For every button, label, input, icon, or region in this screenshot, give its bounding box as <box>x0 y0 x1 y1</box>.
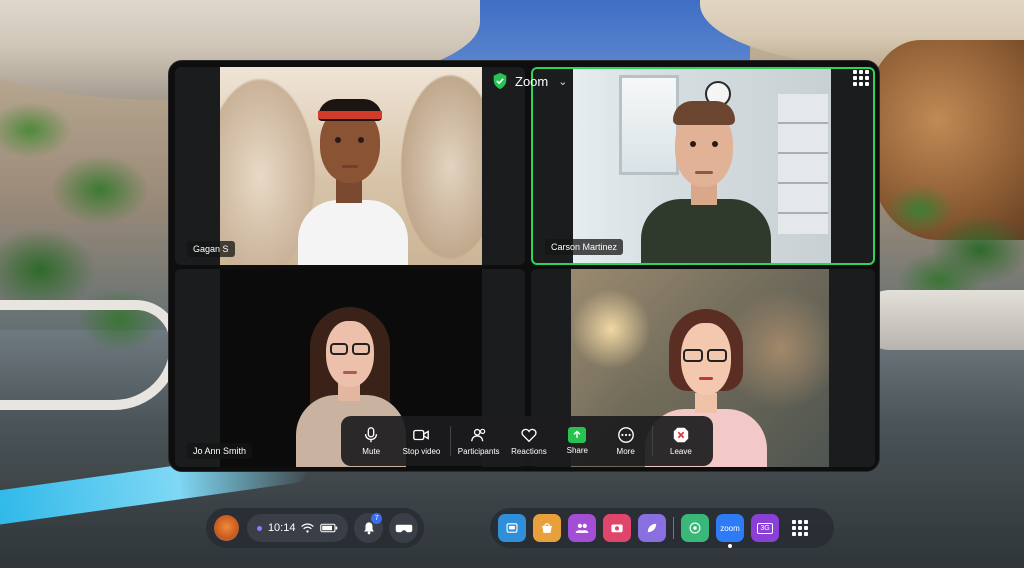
avatar <box>635 91 775 263</box>
plants-right <box>880 160 1024 310</box>
more-button[interactable]: More <box>601 419 649 463</box>
avatar <box>290 85 410 265</box>
participant-name: Gagan S <box>187 241 235 257</box>
video-feed <box>573 69 831 263</box>
status-dot-icon <box>256 525 262 531</box>
launcher-divider <box>673 517 674 539</box>
share-label: Share <box>566 446 588 455</box>
app-library-button[interactable] <box>786 514 814 542</box>
leave-label: Leave <box>670 447 692 456</box>
share-screen-icon <box>568 427 587 443</box>
profile-avatar[interactable] <box>212 513 241 543</box>
reactions-button[interactable]: Reactions <box>505 419 553 463</box>
gallery-view-icon[interactable] <box>853 70 869 86</box>
browser-app-icon[interactable] <box>681 514 709 542</box>
heart-icon <box>521 428 537 443</box>
vr-headset-icon <box>395 524 412 532</box>
video-camera-icon <box>413 429 430 441</box>
leave-icon <box>673 427 689 443</box>
participant-name: Jo Ann Smith <box>187 443 253 459</box>
zoom-app-icon[interactable]: zoom <box>716 514 744 548</box>
bench <box>0 300 180 410</box>
participants-button[interactable]: Participants <box>453 419 505 463</box>
running-indicator <box>728 544 732 548</box>
photos-app-icon[interactable] <box>498 514 526 542</box>
participants-label: Participants <box>457 447 500 456</box>
app-launcher-bar: zoom 3G <box>490 508 834 548</box>
system-status-bar: 10:14 7 <box>206 508 424 548</box>
chevron-down-icon: ⌄ <box>558 75 568 88</box>
toolbar-divider <box>449 426 451 456</box>
zoom-app-label: zoom <box>720 523 740 533</box>
wifi-icon <box>301 523 315 533</box>
microphone-icon <box>365 427 378 443</box>
notification-count-badge: 7 <box>371 513 383 524</box>
mute-label: Mute <box>362 447 381 456</box>
more-icon <box>617 427 634 443</box>
shield-check-icon <box>493 72 507 90</box>
share-button[interactable]: Share <box>553 419 601 463</box>
clock-time: 10:14 <box>267 522 296 534</box>
window-title-menu[interactable]: Zoom ⌄ <box>491 67 567 95</box>
meta-app-label: 3G <box>757 522 773 534</box>
people-app-icon[interactable] <box>568 514 596 542</box>
video-feed <box>220 67 482 265</box>
meeting-toolbar: Mute Stop video Participants Reactions S… <box>341 416 713 466</box>
notifications-button[interactable]: 7 <box>354 513 384 543</box>
participant-name: Carson Martinez <box>545 239 624 255</box>
ledge-right <box>860 290 1024 350</box>
window-title: Zoom <box>515 73 549 89</box>
battery-icon <box>320 523 338 533</box>
apps-grid-icon <box>792 520 808 536</box>
zoom-window: Zoom ⌄ Gagan S Carson Martinez Jo Ann Sm… <box>168 60 880 472</box>
toolbar-divider <box>651 426 653 456</box>
meta-app-icon[interactable]: 3G <box>751 514 779 542</box>
explore-app-icon[interactable] <box>638 514 666 542</box>
store-app-icon[interactable] <box>533 514 561 542</box>
participants-icon <box>470 428 485 442</box>
more-label: More <box>616 447 635 456</box>
quick-settings-pill[interactable]: 10:14 <box>246 514 349 542</box>
headset-button[interactable] <box>389 513 418 543</box>
stop-video-label: Stop video <box>402 447 441 456</box>
stop-video-button[interactable]: Stop video <box>395 419 447 463</box>
reactions-label: Reactions <box>511 447 547 456</box>
camera-app-icon[interactable] <box>603 514 631 542</box>
video-tile-carson[interactable]: Carson Martinez <box>531 67 875 265</box>
video-tile-gagan[interactable]: Gagan S <box>175 67 525 265</box>
leave-button[interactable]: Leave <box>655 419 707 463</box>
mute-button[interactable]: Mute <box>347 419 395 463</box>
